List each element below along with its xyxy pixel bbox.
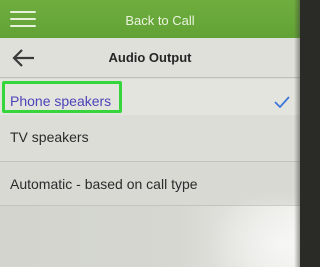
device-edge [294, 0, 300, 267]
option-label: Automatic - based on call type [10, 176, 198, 192]
option-tv-speakers[interactable]: TV speakers [0, 115, 300, 162]
top-bar: Back to Call [0, 0, 300, 38]
option-label: TV speakers [10, 129, 89, 145]
screen-glare [205, 190, 300, 267]
page-header: Audio Output [0, 38, 300, 78]
checkmark-icon [274, 95, 290, 109]
back-to-call-button[interactable]: Back to Call [0, 13, 300, 28]
page-title: Audio Output [108, 50, 192, 65]
highlight-box [2, 81, 122, 113]
audio-output-screen: Back to Call Audio Output Phone speakers… [0, 0, 300, 267]
